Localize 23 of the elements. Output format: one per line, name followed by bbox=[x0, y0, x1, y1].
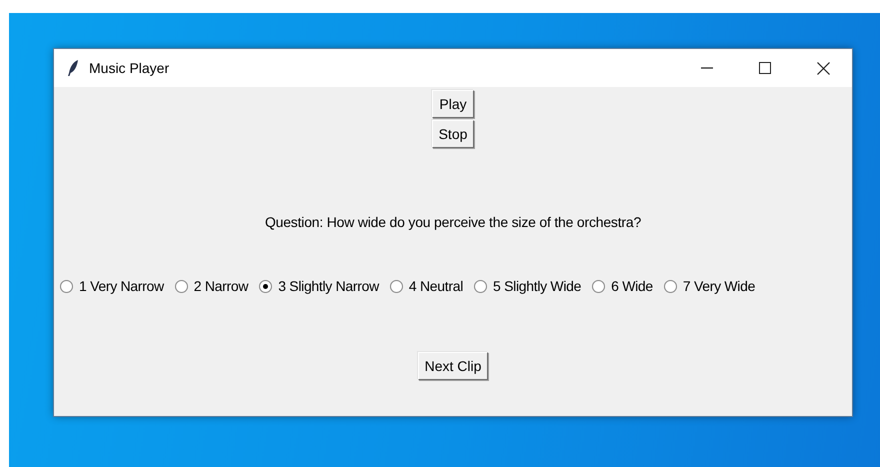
play-button[interactable]: Play bbox=[432, 90, 474, 118]
option-label: 3 Slightly Narrow bbox=[278, 278, 379, 294]
radio-button[interactable] bbox=[664, 280, 677, 292]
option-label: 6 Wide bbox=[611, 278, 653, 294]
option-label: 7 Very Wide bbox=[682, 278, 756, 294]
minimize-icon[interactable] bbox=[701, 67, 713, 69]
option-label: 1 Very Narrow bbox=[79, 278, 164, 294]
option-label: 5 Slightly Wide bbox=[493, 278, 582, 294]
question-text: Question: How wide do you perceive the size of the orchestra? bbox=[264, 214, 642, 230]
radio-button[interactable] bbox=[174, 280, 188, 292]
feather-icon bbox=[67, 59, 79, 77]
radio-button[interactable] bbox=[60, 280, 73, 292]
maximize-icon[interactable] bbox=[759, 62, 771, 74]
option-label: 4 Neutral bbox=[408, 278, 464, 294]
close-icon[interactable] bbox=[816, 62, 830, 74]
radio-button[interactable] bbox=[592, 280, 606, 292]
next-clip-button[interactable]: Next Clip bbox=[418, 352, 488, 380]
window-title: Music Player bbox=[89, 60, 170, 76]
stop-button[interactable]: Stop bbox=[432, 120, 474, 148]
radio-button[interactable] bbox=[259, 280, 272, 292]
radio-button[interactable] bbox=[474, 280, 488, 292]
option-label: 2 Narrow bbox=[194, 278, 248, 294]
radio-button[interactable] bbox=[390, 280, 403, 292]
